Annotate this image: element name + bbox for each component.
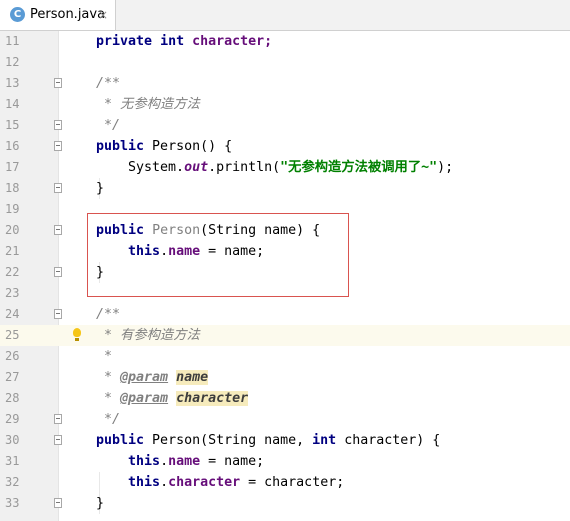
line-number: 30 [5, 433, 20, 447]
code-line-17[interactable]: 17 System.out.println("无参构造方法被调用了~"); [0, 157, 570, 178]
fold-icon[interactable] [54, 498, 62, 508]
code-line-13[interactable]: 13 /** [0, 73, 570, 94]
code-line-29[interactable]: 29 */ [0, 409, 570, 430]
fold-icon[interactable] [54, 414, 62, 424]
code-line-32[interactable]: 32 this.character = character; [0, 472, 570, 493]
code-editor[interactable]: 11 private int character; 12 13 /** 14 *… [0, 31, 570, 521]
fold-icon[interactable] [54, 309, 62, 319]
fold-icon[interactable] [54, 435, 62, 445]
line-number: 27 [5, 370, 20, 384]
line-number: 25 [5, 328, 20, 342]
line-number: 32 [5, 475, 20, 489]
fold-icon[interactable] [54, 78, 62, 88]
code-line-12[interactable]: 12 [0, 52, 570, 73]
highlight-box [87, 213, 349, 297]
code-line-15[interactable]: 15 */ [0, 115, 570, 136]
line-number: 22 [5, 265, 20, 279]
intention-bulb-icon[interactable] [73, 328, 81, 341]
line-number: 29 [5, 412, 20, 426]
code-line-16[interactable]: 16 public Person() { [0, 136, 570, 157]
code-line-30[interactable]: 30 public Person(String name, int charac… [0, 430, 570, 451]
fold-icon[interactable] [54, 120, 62, 130]
code-line-14[interactable]: 14 * 无参构造方法 [0, 94, 570, 115]
line-number: 21 [5, 244, 20, 258]
java-class-icon: C [10, 7, 25, 22]
line-number: 16 [5, 139, 20, 153]
line-number: 23 [5, 286, 20, 300]
line-number: 14 [5, 97, 20, 111]
line-number: 24 [5, 307, 20, 321]
line-number: 19 [5, 202, 20, 216]
fold-icon[interactable] [54, 267, 62, 277]
code-line-31[interactable]: 31 this.name = name; [0, 451, 570, 472]
fold-icon[interactable] [54, 225, 62, 235]
line-number: 26 [5, 349, 20, 363]
tab-label: Person.java [30, 7, 106, 22]
line-number: 20 [5, 223, 20, 237]
line-number: 18 [5, 181, 20, 195]
line-number: 11 [5, 34, 20, 48]
line-number: 15 [5, 118, 20, 132]
editor-tab-bar: C Person.java × [0, 0, 570, 31]
code-line-11[interactable]: 11 private int character; [0, 31, 570, 52]
fold-icon[interactable] [54, 141, 62, 151]
fold-icon[interactable] [54, 183, 62, 193]
tab-person-java[interactable]: C Person.java × [0, 0, 116, 30]
code-line-18[interactable]: 18 } [0, 178, 570, 199]
line-number: 12 [5, 55, 20, 69]
close-icon[interactable]: × [98, 7, 108, 23]
code-line-24[interactable]: 24 /** [0, 304, 570, 325]
line-number: 17 [5, 160, 20, 174]
line-number: 28 [5, 391, 20, 405]
code-line-27[interactable]: 27 * @param name [0, 367, 570, 388]
code-line-25[interactable]: 25 * 有参构造方法 [0, 325, 570, 346]
code-line-28[interactable]: 28 * @param character [0, 388, 570, 409]
line-number: 33 [5, 496, 20, 510]
code-line-33[interactable]: 33 } [0, 493, 570, 514]
line-number: 31 [5, 454, 20, 468]
line-number: 13 [5, 76, 20, 90]
code-line-26[interactable]: 26 * [0, 346, 570, 367]
